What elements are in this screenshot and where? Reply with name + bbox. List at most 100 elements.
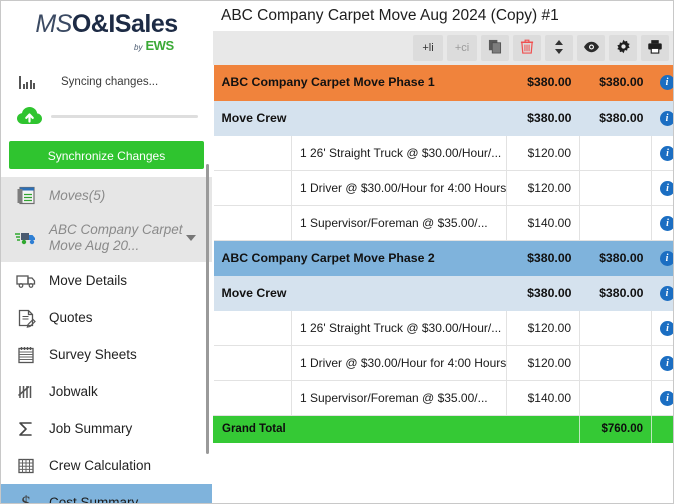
row-info-button[interactable]: i — [652, 240, 674, 275]
application-window: MSO&ISales by EWS Syncing changes... — [0, 0, 674, 504]
synchronize-changes-button[interactable]: Synchronize Changes — [9, 141, 204, 169]
row-total — [580, 345, 652, 380]
logo-oisales-text: O&ISales — [72, 10, 178, 38]
info-icon: i — [660, 321, 674, 336]
table-row[interactable]: Move Crew $380.00 $380.00 i — [214, 275, 674, 310]
app-logo: MSO&ISales by EWS — [1, 1, 212, 63]
row-indent — [214, 380, 292, 415]
row-label: 1 Driver @ $30.00/Hour for 4:00 Hours — [292, 345, 507, 380]
add-line-item-button[interactable]: +li — [413, 35, 443, 61]
row-label: 1 26' Straight Truck @ $30.00/Hour/... — [292, 310, 507, 345]
row-info-button[interactable]: i — [652, 205, 674, 240]
row-label: ABC Company Carpet Move Phase 1 — [214, 65, 507, 100]
row-info-button[interactable]: i — [652, 170, 674, 205]
row-info-button[interactable]: i — [652, 310, 674, 345]
svg-text:$: $ — [21, 493, 31, 504]
row-indent — [214, 135, 292, 170]
cloud-upload-icon — [15, 105, 45, 127]
sidebar-item-moves-label: Moves(5) — [49, 188, 105, 203]
sidebar-item-current-move[interactable]: ABC Company Carpet Move Aug 20... — [1, 214, 212, 262]
delete-trash-icon — [520, 39, 534, 57]
copy-icon — [488, 39, 503, 57]
sync-progress-row — [1, 99, 212, 135]
toolbar: +li +ci — [213, 31, 673, 65]
info-icon: i — [660, 216, 674, 231]
row-cost: $120.00 — [507, 135, 580, 170]
add-cost-item-button[interactable]: +ci — [447, 35, 477, 61]
row-cost: $380.00 — [507, 65, 580, 100]
sidebar-item-survey-sheets[interactable]: Survey Sheets — [1, 336, 212, 373]
table-row[interactable]: 1 Supervisor/Foreman @ $35.00/... $140.0… — [214, 205, 674, 240]
info-icon: i — [660, 356, 674, 371]
row-label: 1 Supervisor/Foreman @ $35.00/... — [292, 380, 507, 415]
row-cost: $120.00 — [507, 345, 580, 380]
checklist-icon — [11, 186, 41, 205]
cost-summary-table-body: ABC Company Carpet Move Phase 1 $380.00 … — [214, 65, 674, 443]
row-info-button[interactable]: i — [652, 275, 674, 310]
row-info-button[interactable]: i — [652, 345, 674, 380]
sidebar-item-jobwalk[interactable]: Jobwalk — [1, 373, 212, 410]
sidebar-item-crew-calculation[interactable]: Crew Calculation — [1, 447, 212, 484]
grid-calculator-icon — [11, 456, 41, 476]
row-info-button[interactable]: i — [652, 100, 674, 135]
sidebar-item-move-details-label: Move Details — [49, 273, 127, 288]
sync-progress-bar — [51, 115, 198, 118]
sync-status-text: Syncing changes... — [61, 76, 158, 88]
row-info-button[interactable]: i — [652, 380, 674, 415]
sidebar-item-quotes[interactable]: Quotes — [1, 299, 212, 336]
row-label: 1 26' Straight Truck @ $30.00/Hour/... — [292, 135, 507, 170]
grand-total-value: $760.00 — [580, 415, 652, 443]
add-cost-item-label: +ci — [455, 42, 469, 54]
sidebar-item-quotes-label: Quotes — [49, 310, 93, 325]
table-row[interactable]: 1 Driver @ $30.00/Hour for 4:00 Hours $1… — [214, 345, 674, 380]
sort-button[interactable] — [545, 35, 573, 61]
row-indent — [214, 170, 292, 205]
settings-button[interactable] — [609, 35, 637, 61]
truck-icon — [11, 229, 41, 247]
sidebar-item-cost-summary[interactable]: $ Cost Summary — [1, 484, 212, 504]
copy-button[interactable] — [481, 35, 509, 61]
row-label: 1 Driver @ $30.00/Hour for 4:00 Hours — [292, 170, 507, 205]
table-row[interactable]: ABC Company Carpet Move Phase 2 $380.00 … — [214, 240, 674, 275]
notepad-icon — [11, 345, 41, 365]
sidebar-scrollbar[interactable] — [206, 164, 209, 454]
info-icon: i — [660, 146, 674, 161]
print-button[interactable] — [641, 35, 669, 61]
sidebar-item-moves[interactable]: Moves(5) — [1, 177, 212, 214]
table-row[interactable]: 1 Supervisor/Foreman @ $35.00/... $140.0… — [214, 380, 674, 415]
info-icon: i — [660, 181, 674, 196]
row-cost: $380.00 — [507, 100, 580, 135]
delete-button[interactable] — [513, 35, 541, 61]
row-label: 1 Supervisor/Foreman @ $35.00/... — [292, 205, 507, 240]
quote-document-icon — [11, 308, 41, 328]
dollar-icon: $ — [11, 492, 41, 504]
row-info-button[interactable]: i — [652, 65, 674, 100]
sidebar-item-jobwalk-label: Jobwalk — [49, 384, 98, 399]
sigma-icon — [11, 419, 41, 439]
row-total: $380.00 — [580, 65, 652, 100]
table-row[interactable]: Move Crew $380.00 $380.00 i — [214, 100, 674, 135]
logo-ews-text: EWS — [146, 38, 174, 53]
tally-marks-icon — [11, 382, 41, 402]
row-total — [580, 170, 652, 205]
eye-visibility-icon — [583, 40, 600, 57]
visibility-button[interactable] — [577, 35, 605, 61]
signal-bars-icon — [19, 75, 45, 89]
row-total: $380.00 — [580, 275, 652, 310]
table-row[interactable]: 1 26' Straight Truck @ $30.00/Hour/... $… — [214, 135, 674, 170]
table-row[interactable]: ABC Company Carpet Move Phase 1 $380.00 … — [214, 65, 674, 100]
row-indent — [214, 310, 292, 345]
sidebar-item-job-summary[interactable]: Job Summary — [1, 410, 212, 447]
chevron-down-icon[interactable] — [186, 235, 196, 241]
sidebar-item-move-details[interactable]: Move Details — [1, 262, 212, 299]
table-row[interactable]: 1 26' Straight Truck @ $30.00/Hour/... $… — [214, 310, 674, 345]
sidebar-item-survey-sheets-label: Survey Sheets — [49, 347, 137, 362]
info-icon: i — [660, 391, 674, 406]
row-total — [580, 135, 652, 170]
table-row[interactable]: 1 Driver @ $30.00/Hour for 4:00 Hours $1… — [214, 170, 674, 205]
gear-settings-icon — [616, 39, 631, 57]
row-info-button[interactable]: i — [652, 135, 674, 170]
sort-updown-icon — [553, 39, 565, 58]
sidebar-item-job-summary-label: Job Summary — [49, 421, 132, 436]
row-cost: $140.00 — [507, 205, 580, 240]
